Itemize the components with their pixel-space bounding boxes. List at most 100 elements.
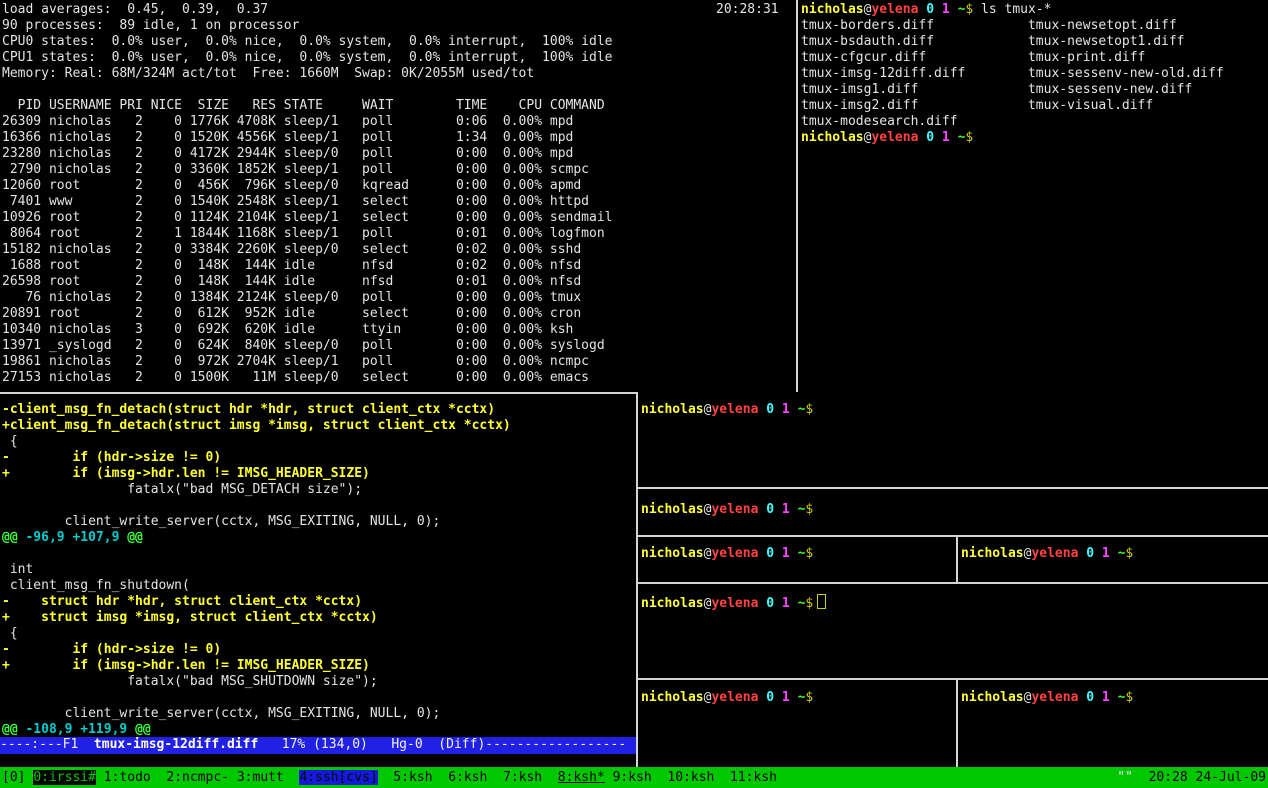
prompt-host: yelena	[871, 130, 918, 145]
status-window-item[interactable]: 3:mutt	[237, 770, 284, 785]
process-row: 19861 nicholas 2 0 972K 2704K sleep/1 po…	[2, 354, 792, 370]
prompt-histnum: 0	[926, 130, 934, 145]
status-pane-title: ""	[1117, 770, 1133, 785]
pane-border-right-v1	[956, 537, 958, 582]
status-window-item[interactable]: 10:ksh	[667, 770, 714, 785]
file-listing-row: tmux-cfgcur.diff tmux-print.diff	[801, 50, 1266, 66]
modeline-info: 17% (134,0) Hg-0 (Diff)	[258, 737, 485, 752]
prompt-histnum: 0	[766, 402, 774, 417]
process-row: 16366 nicholas 2 0 1520K 4556K sleep/1 p…	[2, 130, 792, 146]
file-listing-row: tmux-modesearch.diff	[801, 114, 1266, 130]
status-window-list: 0:irssi# 1:todo 2:ncmpc- 3:mutt 4:ssh[cv…	[33, 770, 777, 786]
top-output: load averages: 0.45, 0.39, 0.3790 proces…	[2, 2, 792, 386]
prompt-dollar: $	[805, 402, 813, 417]
pane-shell-2[interactable]: nicholas@yelena 0 1 ~$	[639, 494, 1266, 535]
diff-hunk-header: @@ -96,9 +107,9 @@	[2, 530, 634, 546]
prompt-histnum: 0	[1086, 546, 1094, 561]
status-window-item[interactable]: 0:irssi#	[33, 770, 96, 785]
shell-command-line: nicholas@yelena 0 1 ~$ ls tmux-*	[801, 2, 1266, 18]
status-window-item[interactable]: 9:ksh	[613, 770, 652, 785]
prompt-dollar: $	[1125, 546, 1133, 561]
status-window-item[interactable]: 11:ksh	[730, 770, 777, 785]
modeline-prefix: ----:---F1	[0, 737, 94, 752]
pane-shell-ls[interactable]: nicholas@yelena 0 1 ~$ ls tmux-*tmux-bor…	[801, 2, 1266, 390]
process-row: 23280 nicholas 2 0 4172K 2944K sleep/0 p…	[2, 146, 792, 162]
pane-border-right-h2	[638, 535, 1268, 537]
prompt-host: yelena	[711, 402, 758, 417]
diff-hunk-header: @@ -108,9 +119,9 @@	[2, 722, 634, 738]
emacs-modeline: ----:---F1 tmux-imsg-12diff.diff 17% (13…	[0, 737, 636, 754]
pane-shell-active[interactable]: nicholas@yelena 0 1 ~$	[639, 586, 1266, 678]
prompt-histnum: 0	[766, 502, 774, 517]
prompt-user: nicholas	[961, 546, 1024, 561]
prompt-histnum: 0	[766, 690, 774, 705]
tmux-status-bar: [0] 0:irssi# 1:todo 2:ncmpc- 3:mutt 4:ss…	[0, 767, 1268, 788]
prompt-dollar: $	[965, 130, 973, 145]
prompt-jobnum: 1	[782, 402, 790, 417]
status-window-item[interactable]: 1:todo	[104, 770, 151, 785]
pane-emacs-diff[interactable]: -client_msg_fn_detach(struct hdr *hdr, s…	[2, 402, 634, 738]
prompt-user: nicholas	[641, 596, 704, 611]
diff-line-ctx	[2, 546, 634, 562]
top-clock: 20:28:31	[716, 2, 779, 18]
shell-prompt-line: nicholas@yelena 0 1 ~$	[641, 502, 1266, 518]
prompt-host: yelena	[711, 596, 758, 611]
top-summary-line: load averages: 0.45, 0.39, 0.37	[2, 2, 792, 18]
pane-shell-bottom-left[interactable]: nicholas@yelena 0 1 ~$	[639, 682, 954, 767]
pane-border-bottom-vertical	[636, 394, 638, 767]
pane-border-middle-horizontal	[0, 392, 638, 394]
prompt-user: nicholas	[641, 502, 704, 517]
status-window-item[interactable]: 5:ksh	[393, 770, 432, 785]
diff-line-ctx: fatalx("bad MSG_DETACH size");	[2, 482, 634, 498]
status-window-item[interactable]: 4:ssh[cvs]	[299, 770, 377, 785]
status-right: "" 20:28 24-Jul-09	[1117, 770, 1266, 786]
prompt-dollar: $	[805, 690, 813, 705]
status-window-item[interactable]: 6:ksh	[448, 770, 487, 785]
prompt-dollar: $	[1125, 690, 1133, 705]
prompt-host: yelena	[711, 546, 758, 561]
ls-command: ls tmux-*	[973, 2, 1051, 17]
prompt-histnum: 0	[1086, 690, 1094, 705]
shell-prompt-line: nicholas@yelena 0 1 ~$	[641, 594, 1266, 610]
pane-top-command[interactable]: load averages: 0.45, 0.39, 0.3790 proces…	[2, 2, 792, 390]
diff-line-del: -client_msg_fn_detach(struct hdr *hdr, s…	[2, 402, 634, 418]
status-window-item[interactable]: 2:ncmpc-	[166, 770, 229, 785]
modeline-dashes: ------------------	[485, 737, 626, 752]
shell-prompt-line: nicholas@yelena 0 1 ~$	[641, 546, 954, 562]
top-summary-line: CPU1 states: 0.0% user, 0.0% nice, 0.0% …	[2, 50, 792, 66]
prompt-jobnum: 1	[782, 546, 790, 561]
pane-shell-3-left[interactable]: nicholas@yelena 0 1 ~$	[639, 538, 954, 582]
pane-shell-bottom-right[interactable]: nicholas@yelena 0 1 ~$	[959, 682, 1266, 767]
prompt-user: nicholas	[641, 690, 704, 705]
file-listing-row: tmux-imsg2.diff tmux-visual.diff	[801, 98, 1266, 114]
shell-prompt-line: nicholas@yelena 0 1 ~$	[641, 402, 1266, 418]
prompt-jobnum: 1	[1102, 690, 1110, 705]
pane-border-right-h4	[638, 678, 1268, 680]
prompt-histnum: 0	[766, 596, 774, 611]
tmux-terminal-screen: load averages: 0.45, 0.39, 0.3790 proces…	[0, 0, 1268, 788]
prompt-jobnum: 1	[1102, 546, 1110, 561]
status-window-item[interactable]: 7:ksh	[503, 770, 542, 785]
diff-line-add: +client_msg_fn_detach(struct imsg *imsg,…	[2, 418, 634, 434]
diff-line-ctx: {	[2, 626, 634, 642]
prompt-jobnum: 1	[942, 2, 950, 17]
prompt-host: yelena	[711, 502, 758, 517]
diff-line-del: - if (hdr->size != 0)	[2, 450, 634, 466]
prompt-host: yelena	[1031, 546, 1078, 561]
process-row: 7401 www 2 0 1540K 2548K sleep/1 select …	[2, 194, 792, 210]
diff-line-del: - if (hdr->size != 0)	[2, 642, 634, 658]
status-window-item[interactable]: 8:ksh*	[558, 770, 605, 785]
prompt-jobnum: 1	[782, 596, 790, 611]
prompt-host: yelena	[711, 690, 758, 705]
diff-line-ctx: client_msg_fn_shutdown(	[2, 578, 634, 594]
file-listing-row: tmux-borders.diff tmux-newsetopt.diff	[801, 18, 1266, 34]
pane-border-right-h1	[638, 487, 1268, 489]
pane-border-right-v2	[956, 680, 958, 767]
diff-line-add: + if (imsg->hdr.len != IMSG_HEADER_SIZE)	[2, 658, 634, 674]
process-row: 10926 root 2 0 1124K 2104K sleep/1 selec…	[2, 210, 792, 226]
pane-shell-3-right[interactable]: nicholas@yelena 0 1 ~$	[959, 538, 1266, 582]
diff-line-ctx: fatalx("bad MSG_SHUTDOWN size");	[2, 674, 634, 690]
prompt-histnum: 0	[766, 546, 774, 561]
pane-shell-top[interactable]: nicholas@yelena 0 1 ~$	[639, 394, 1266, 487]
file-listing-row: tmux-imsg-12diff.diff tmux-sessenv-new-o…	[801, 66, 1266, 82]
